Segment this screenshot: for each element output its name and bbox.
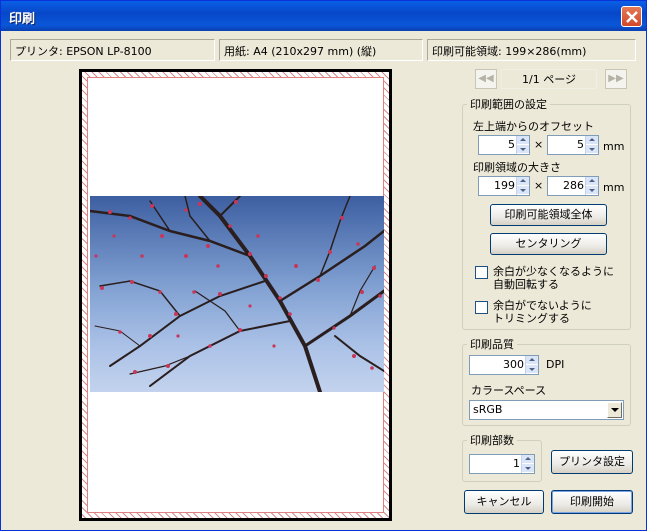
print-quality-legend: 印刷品質 [467, 336, 517, 352]
offset-x-stepper[interactable]: 5 [478, 135, 530, 155]
size-width-stepper[interactable]: 199 [478, 176, 530, 196]
copies-stepper[interactable]: 1 [469, 454, 535, 474]
copies-value: 1 [513, 457, 520, 470]
auto-rotate-checkbox[interactable] [475, 266, 488, 279]
size-height-spin-arrows[interactable] [585, 177, 598, 195]
offset-label: 左上端からのオフセット [473, 120, 594, 133]
offset-y-stepper[interactable]: 5 [547, 135, 599, 155]
offset-x-spin-arrows[interactable] [516, 136, 529, 154]
trim-label-line2: トリミングする [493, 312, 570, 325]
center-button[interactable]: センタリング [490, 233, 607, 255]
prev-page-button[interactable]: ◀◀ [475, 69, 497, 89]
cancel-button[interactable]: キャンセル [464, 490, 544, 514]
size-unit: mm [603, 181, 625, 194]
print-range-legend: 印刷範囲の設定 [467, 96, 550, 112]
printer-settings-button[interactable]: プリンタ設定 [551, 450, 633, 474]
dpi-value: 300 [503, 358, 524, 371]
size-width-value: 199 [494, 179, 515, 192]
tree-branches-image [90, 196, 384, 392]
fill-printable-area-button[interactable]: 印刷可能領域全体 [490, 204, 607, 226]
offset-y-spin-arrows[interactable] [585, 136, 598, 154]
paper-info: 用紙: A4 (210x297 mm) (縦) [219, 39, 423, 61]
print-button[interactable]: 印刷開始 [551, 490, 633, 514]
offset-unit: mm [603, 140, 625, 153]
colorspace-select[interactable]: sRGB [469, 400, 624, 420]
copies-legend: 印刷部数 [467, 432, 517, 448]
print-dialog: 印刷 プリンタ: EPSON LP-8100 用紙: A4 (210x297 m… [0, 0, 647, 531]
close-icon [626, 11, 638, 23]
auto-rotate-label-line2: 自動回転する [493, 278, 559, 291]
window-title: 印刷 [9, 12, 36, 27]
dpi-stepper[interactable]: 300 [469, 355, 539, 375]
preview-photo [90, 196, 384, 392]
close-button[interactable] [621, 6, 642, 27]
print-preview [79, 69, 392, 521]
title-bar[interactable]: 印刷 [1, 1, 646, 31]
size-height-stepper[interactable]: 286 [547, 176, 599, 196]
chevron-down-icon[interactable] [607, 402, 622, 418]
offset-x-value: 5 [508, 138, 515, 151]
trim-checkbox[interactable] [475, 301, 488, 314]
colorspace-value: sRGB [473, 403, 503, 416]
next-page-button[interactable]: ▶▶ [605, 69, 627, 89]
size-width-spin-arrows[interactable] [516, 177, 529, 195]
copies-spin-arrows[interactable] [521, 455, 534, 473]
size-height-value: 286 [563, 179, 584, 192]
offset-y-value: 5 [577, 138, 584, 151]
printer-info: プリンタ: EPSON LP-8100 [10, 39, 215, 61]
times-symbol: × [534, 179, 544, 192]
page-indicator: 1/1 ページ [501, 69, 597, 89]
dpi-unit: DPI [546, 358, 565, 371]
printable-area-info: 印刷可能領域: 199×286(mm) [427, 39, 636, 61]
size-label: 印刷領域の大きさ [473, 161, 561, 174]
times-symbol: × [534, 138, 544, 151]
dpi-spin-arrows[interactable] [525, 356, 538, 374]
colorspace-label: カラースペース [471, 384, 547, 397]
